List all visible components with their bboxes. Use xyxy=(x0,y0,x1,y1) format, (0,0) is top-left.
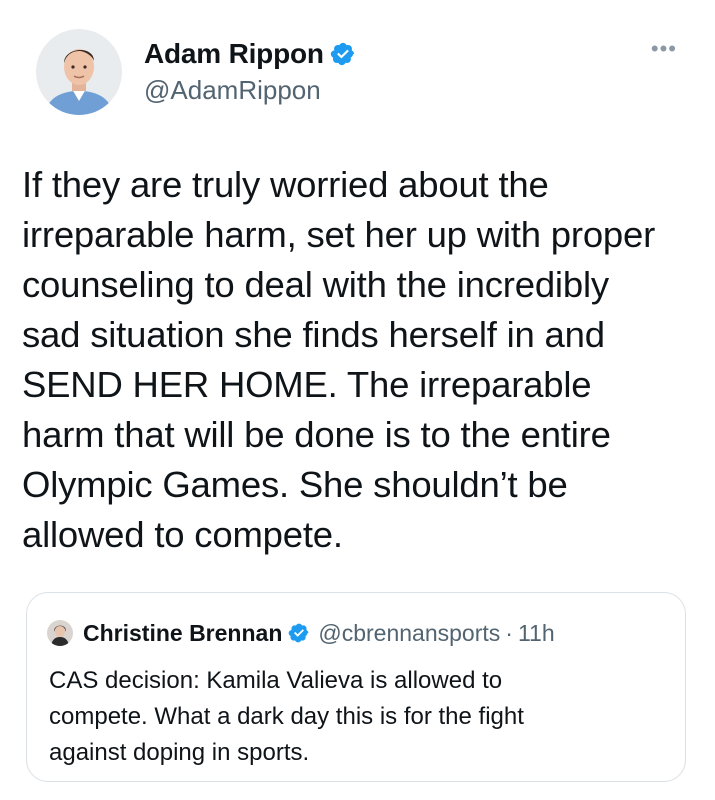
quoted-author-display-name[interactable]: Christine Brennan xyxy=(83,620,282,647)
verified-badge-icon xyxy=(330,41,356,67)
author-display-name[interactable]: Adam Rippon xyxy=(144,37,324,71)
quoted-tweet[interactable]: Christine Brennan @cbrennansports · 11h … xyxy=(26,592,686,782)
tweet-text: If they are truly worried about the irre… xyxy=(22,164,656,555)
author-avatar[interactable] xyxy=(36,29,122,115)
quoted-author-handle[interactable]: @cbrennansports xyxy=(318,620,500,647)
quoted-tweet-timestamp[interactable]: 11h xyxy=(518,620,555,647)
author-handle[interactable]: @AdamRippon xyxy=(144,73,356,107)
tweet-header: Adam Rippon @AdamRippon xyxy=(36,24,356,120)
quoted-author-avatar[interactable] xyxy=(47,620,73,646)
quoted-tweet-text: CAS decision: Kamila Valieva is allowed … xyxy=(49,667,524,766)
separator-dot: · xyxy=(505,619,513,646)
author-names: Adam Rippon @AdamRippon xyxy=(144,37,356,107)
avatar-photo xyxy=(36,29,122,115)
quoted-tweet-header: Christine Brennan @cbrennansports · 11h xyxy=(47,617,555,649)
quoted-avatar-photo xyxy=(47,620,73,646)
tweet-card[interactable]: Adam Rippon @AdamRippon ••• If they are … xyxy=(0,0,715,800)
author-name-row: Adam Rippon xyxy=(144,37,356,71)
verified-badge-icon xyxy=(288,622,310,644)
more-options-icon[interactable]: ••• xyxy=(651,38,677,60)
